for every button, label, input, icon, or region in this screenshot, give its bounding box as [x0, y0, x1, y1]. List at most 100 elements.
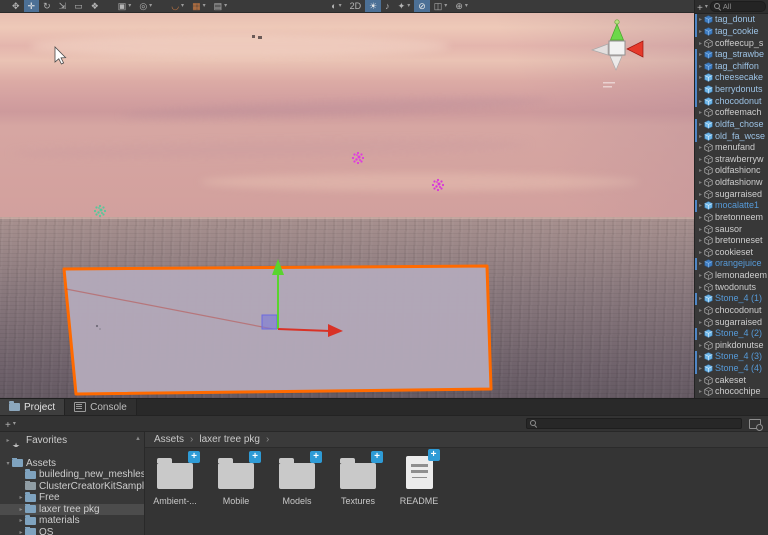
expand-arrow-icon[interactable]: ▸	[697, 342, 704, 349]
hierarchy-item[interactable]: ▸ cakeset	[695, 374, 768, 386]
expand-arrow-icon[interactable]: ▸	[697, 365, 704, 372]
expand-arrow-icon[interactable]: ▸	[697, 86, 704, 93]
toolbar-tool-button[interactable]: ◡ ▾	[167, 0, 188, 12]
tree-item[interactable]: ▾ Assets	[0, 458, 144, 470]
expand-arrow-icon[interactable]: ▸	[697, 191, 704, 198]
expand-arrow-icon[interactable]: ▸	[697, 202, 704, 209]
hierarchy-item[interactable]: ▸ lemonadeem	[695, 270, 768, 282]
gizmo-z-cone[interactable]	[592, 44, 608, 55]
expand-arrow-icon[interactable]: ▸	[697, 98, 704, 105]
hierarchy-search[interactable]: All	[710, 1, 766, 12]
expand-arrow-icon[interactable]: ▸	[697, 377, 704, 384]
hierarchy-item[interactable]: ▸ orangejuice	[695, 258, 768, 270]
particle-gizmo-teal[interactable]	[94, 205, 106, 217]
hierarchy-item[interactable]: ▸ Stone_4 (4)	[695, 363, 768, 375]
project-search[interactable]	[526, 418, 742, 429]
create-asset-button[interactable]: ▾	[5, 415, 16, 433]
tree-item[interactable]: ClusterCreatorKitSample-	[0, 481, 144, 493]
expand-arrow-icon[interactable]: ▸	[697, 260, 704, 267]
gizmo-y-cone[interactable]	[611, 24, 624, 40]
expand-arrow-icon[interactable]: ▸	[697, 63, 704, 70]
gizmo-x-cone[interactable]	[627, 41, 643, 57]
expand-arrow-icon[interactable]: ▸	[697, 28, 704, 35]
expand-arrow-icon[interactable]: ▸	[697, 144, 704, 151]
asset-item[interactable]: + Mobile	[212, 456, 260, 506]
hierarchy-item[interactable]: ▸ oldfashionw	[695, 177, 768, 189]
hierarchy-item[interactable]: ▸ sugarraised	[695, 188, 768, 200]
hierarchy-item[interactable]: ▸ cookieset	[695, 247, 768, 259]
expand-arrow-icon[interactable]: ▸	[697, 133, 704, 140]
toolbar-tool-button[interactable]: ▣ ▾	[114, 0, 136, 12]
toolbar-tool-button[interactable]: ▦ ▾	[188, 0, 210, 12]
hierarchy-item[interactable]: ▸ tag_donut	[695, 14, 768, 26]
expand-arrow-icon[interactable]: ▸	[697, 272, 704, 279]
toolbar-tool-button[interactable]: ✥	[8, 0, 24, 12]
toolbar-tool-button[interactable]: ☀	[365, 0, 381, 12]
expand-arrow-icon[interactable]: ▸	[697, 40, 704, 47]
hierarchy-item[interactable]: ▸ chocochipe	[695, 386, 768, 398]
hierarchy-item[interactable]: ▸ sugarraised	[695, 316, 768, 328]
hierarchy-item[interactable]: ▸ pinkdonutse	[695, 340, 768, 352]
hierarchy-item[interactable]: ▸ mocalatte1	[695, 200, 768, 212]
hierarchy-item[interactable]: ▸ coffeecup_s	[695, 37, 768, 49]
expand-arrow-icon[interactable]: ▸	[697, 388, 704, 395]
hierarchy-item[interactable]: ▸ Stone_4 (1)	[695, 293, 768, 305]
toolbar-tool-button[interactable]: ◫ ▾	[430, 0, 452, 12]
hierarchy-item[interactable]: ▸ chocodonut	[695, 305, 768, 317]
scene-view[interactable]	[0, 13, 694, 398]
gizmo-plane-handle[interactable]	[262, 315, 277, 329]
search-window-icon[interactable]	[749, 419, 761, 429]
expand-arrow-icon[interactable]: ▸	[697, 51, 704, 58]
breadcrumb-segment[interactable]: Assets	[154, 434, 199, 445]
hierarchy-item[interactable]: ▸ tag_strawbe	[695, 49, 768, 61]
tree-item[interactable]: buileding_new_meshless6	[0, 469, 144, 481]
expand-arrow-icon[interactable]: ▸	[697, 121, 704, 128]
expand-arrow-icon[interactable]: ▸	[17, 506, 25, 513]
expand-arrow-icon[interactable]: ▸	[17, 517, 25, 524]
panel-tab[interactable]: Project	[0, 399, 65, 415]
hierarchy-item[interactable]: ▸ tag_cookie	[695, 26, 768, 38]
hierarchy-item[interactable]: ▸ old_fa_wcse	[695, 130, 768, 142]
expand-arrow-icon[interactable]: ▸	[697, 330, 704, 337]
orientation-gizmo[interactable]	[592, 20, 643, 70]
expand-arrow-icon[interactable]: ▸	[697, 295, 704, 302]
hierarchy-item[interactable]: ▸ bretonneem	[695, 212, 768, 224]
hierarchy-item[interactable]: ▸ coffeemach	[695, 107, 768, 119]
expand-arrow-icon[interactable]: ▸	[697, 353, 704, 360]
hierarchy-item[interactable]: ▸ twodonuts	[695, 281, 768, 293]
toolbar-tool-button[interactable]: 2D	[346, 0, 366, 12]
expand-arrow-icon[interactable]: ▸	[697, 237, 704, 244]
toolbar-tool-button[interactable]: ❖	[87, 0, 103, 12]
tree-item[interactable]: ▸ materials	[0, 515, 144, 527]
expand-arrow-icon[interactable]: ▸	[697, 74, 704, 81]
asset-item[interactable]: + Textures	[334, 456, 382, 506]
particle-gizmo-magenta[interactable]	[432, 179, 444, 191]
toolbar-tool-button[interactable]: ⊕ ▾	[451, 0, 472, 12]
hierarchy-item[interactable]: ▸ Stone_4 (3)	[695, 351, 768, 363]
hierarchy-item[interactable]: ▸ menufand	[695, 142, 768, 154]
expand-arrow-icon[interactable]: ▸	[4, 437, 12, 444]
hierarchy-item[interactable]: ▸ tag_chiffon	[695, 61, 768, 73]
toolbar-tool-button[interactable]: ⇲	[55, 0, 71, 12]
expand-arrow-icon[interactable]: ▸	[17, 529, 25, 535]
expand-arrow-icon[interactable]: ▸	[697, 226, 704, 233]
hierarchy-item[interactable]: ▸ Stone_4 (2)	[695, 328, 768, 340]
toolbar-tool-button[interactable]: ◎ ▾	[135, 0, 156, 12]
expand-arrow-icon[interactable]: ▸	[17, 494, 25, 501]
tree-item[interactable]: ▸ laxer tree pkg	[0, 504, 144, 516]
hierarchy-item[interactable]: ▸ oldfashionc	[695, 165, 768, 177]
asset-item[interactable]: + README	[395, 456, 443, 506]
expand-arrow-icon[interactable]: ▸	[697, 179, 704, 186]
tree-item[interactable]: ▸ QS	[0, 527, 144, 535]
breadcrumb-segment[interactable]: laxer tree pkg	[199, 434, 275, 445]
toolbar-tool-button[interactable]: ▤ ▾	[210, 0, 232, 12]
scroll-up-icon[interactable]: ▲	[135, 436, 141, 442]
toolbar-tool-button[interactable]: ♪	[381, 0, 394, 12]
expand-arrow-icon[interactable]: ▾	[4, 460, 12, 467]
hierarchy-item[interactable]: ▸ cheesecake	[695, 72, 768, 84]
toolbar-tool-button[interactable]: ✛	[24, 0, 40, 12]
expand-arrow-icon[interactable]: ▸	[697, 284, 704, 291]
hierarchy-item[interactable]: ▸ sausor	[695, 223, 768, 235]
tree-item[interactable]: ▸ Free	[0, 492, 144, 504]
expand-arrow-icon[interactable]: ▸	[697, 214, 704, 221]
